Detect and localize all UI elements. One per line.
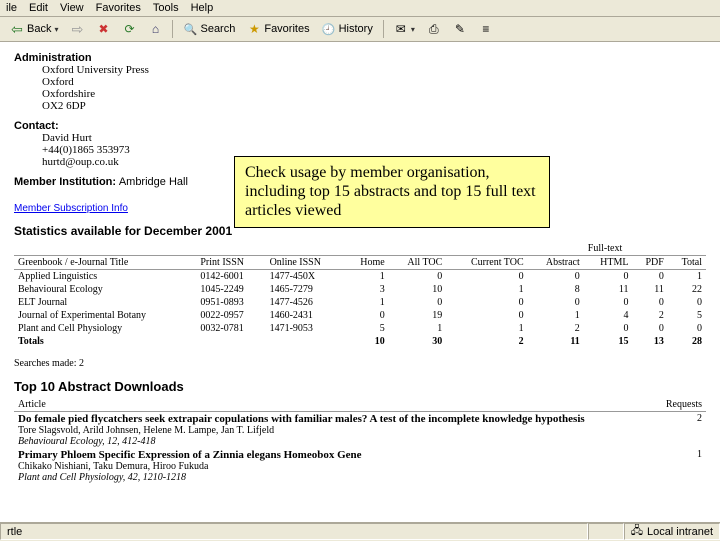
toolbar-separator [172, 20, 173, 38]
col-requests: Requests [657, 398, 706, 412]
favorites-button[interactable]: Favorites [243, 20, 313, 38]
member-inst-value: Ambridge Hall [119, 176, 188, 188]
col-total: Total [668, 256, 706, 270]
abstract-row: Do female pied flycatchers seek extrapai… [14, 412, 706, 449]
status-zone: Local intranet [624, 523, 720, 540]
admin-heading: Administration [14, 52, 706, 64]
edit-icon [453, 22, 467, 36]
home-button[interactable] [144, 20, 166, 38]
abstracts-heading: Top 10 Abstract Downloads [14, 379, 706, 394]
abstracts-table: Article Requests Do female pied flycatch… [14, 398, 706, 484]
edit-button[interactable] [449, 20, 471, 38]
col-html: HTML [584, 256, 633, 270]
search-icon [183, 22, 197, 36]
mail-icon [394, 22, 408, 36]
menu-edit[interactable]: Edit [29, 2, 48, 14]
subscription-info-link[interactable]: Member Subscription Info [14, 203, 128, 214]
status-cell [588, 523, 624, 540]
menu-view[interactable]: View [60, 2, 84, 14]
stop-icon [96, 22, 110, 36]
home-icon [148, 22, 162, 36]
menu-bar: ile Edit View Favorites Tools Help [0, 0, 720, 17]
mail-button[interactable] [390, 20, 419, 38]
refresh-button[interactable] [118, 20, 140, 38]
page-content: Check usage by member organisation, incl… [0, 42, 720, 522]
status-text: rtle [0, 523, 588, 540]
searches-made: Searches made: 2 [14, 358, 706, 369]
col-pdf: PDF [633, 256, 668, 270]
status-bar: rtle Local intranet [0, 522, 720, 540]
discuss-button[interactable] [475, 20, 497, 38]
group-fulltext: Full-text [584, 242, 706, 256]
back-button[interactable]: Back [6, 20, 62, 38]
table-row: Behavioural Ecology1045-22491465-7279310… [14, 283, 706, 296]
back-arrow-icon [10, 22, 24, 36]
favorites-icon [247, 22, 261, 36]
discuss-icon [479, 22, 493, 36]
table-row: ELT Journal0951-08931477-45261000000 [14, 296, 706, 309]
admin-line: Oxford University Press [42, 64, 706, 76]
totals-row: Totals 10 30 2 11 15 13 28 [14, 335, 706, 348]
admin-line: Oxfordshire [42, 88, 706, 100]
print-icon [427, 22, 441, 36]
col-oissn: Online ISSN [266, 256, 346, 270]
menu-help[interactable]: Help [191, 2, 214, 14]
forward-arrow-icon [70, 22, 84, 36]
abstract-row: Primary Phloem Specific Expression of a … [14, 448, 706, 484]
col-abstract: Abstract [528, 256, 584, 270]
refresh-icon [122, 22, 136, 36]
menu-tools[interactable]: Tools [153, 2, 179, 14]
search-button[interactable]: Search [179, 20, 239, 38]
admin-line: Oxford [42, 76, 706, 88]
contact-line: David Hurt [42, 132, 706, 144]
col-home: Home [345, 256, 389, 270]
admin-line: OX2 6DP [42, 100, 706, 112]
contact-line: +44(0)1865 353973 [42, 144, 706, 156]
print-button[interactable] [423, 20, 445, 38]
table-row: Applied Linguistics0142-60011477-450X100… [14, 270, 706, 284]
forward-button[interactable] [66, 20, 88, 38]
menu-file[interactable]: ile [6, 2, 17, 14]
history-button[interactable]: History [318, 20, 377, 38]
col-pissn: Print ISSN [196, 256, 265, 270]
annotation-callout: Check usage by member organisation, incl… [234, 156, 550, 228]
contact-heading: Contact: [14, 120, 706, 132]
table-row: Journal of Experimental Botany0022-09571… [14, 309, 706, 322]
intranet-icon [631, 522, 643, 541]
history-icon [322, 22, 336, 36]
menu-favorites[interactable]: Favorites [96, 2, 141, 14]
col-article: Article [14, 398, 657, 412]
col-curtoc: Current TOC [446, 256, 527, 270]
col-title: Greenbook / e-Journal Title [14, 256, 196, 270]
member-inst-label: Member Institution: [14, 176, 116, 188]
toolbar-separator [383, 20, 384, 38]
stop-button[interactable] [92, 20, 114, 38]
col-alltoc: All TOC [389, 256, 447, 270]
browser-toolbar: Back Search Favorites History [0, 17, 720, 42]
journal-stats-table: Full-text Greenbook / e-Journal Title Pr… [14, 242, 706, 348]
table-row: Plant and Cell Physiology0032-07811471-9… [14, 322, 706, 335]
